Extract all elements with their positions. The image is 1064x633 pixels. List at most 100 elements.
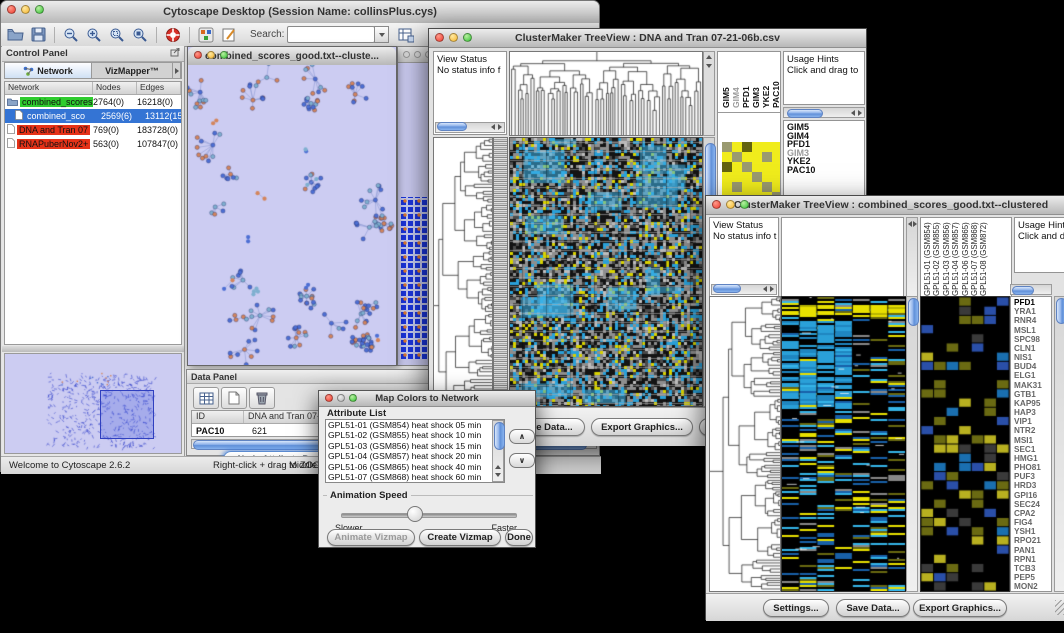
close-button[interactable] bbox=[194, 51, 202, 59]
delete-attribute-icon[interactable] bbox=[249, 387, 275, 409]
resize-grip[interactable] bbox=[1055, 600, 1064, 615]
network-list-row[interactable]: combined_sco2569(6)13112(15) bbox=[5, 109, 181, 123]
annotation-icon[interactable] bbox=[219, 26, 239, 44]
dropdown-arrow-icon[interactable] bbox=[374, 26, 389, 43]
matrix-cell[interactable] bbox=[762, 182, 772, 192]
attribute-select-icon[interactable] bbox=[193, 387, 219, 409]
gene-label[interactable]: PHO81 bbox=[1014, 463, 1051, 472]
overview-viewport-rect[interactable] bbox=[100, 390, 154, 439]
matrix-cell[interactable] bbox=[752, 162, 762, 172]
matrix-cell[interactable] bbox=[732, 152, 742, 162]
matrix-cell[interactable] bbox=[772, 152, 781, 162]
gene-label[interactable]: RNR4 bbox=[1014, 316, 1051, 325]
gene-label[interactable]: MSL1 bbox=[1014, 326, 1051, 335]
network-overview-panel[interactable] bbox=[4, 353, 182, 454]
gene-label[interactable]: GIM4 bbox=[787, 132, 864, 141]
gene-label[interactable]: YSH1 bbox=[1014, 527, 1051, 536]
done-button[interactable]: Done bbox=[505, 529, 533, 546]
tab-network[interactable]: Network bbox=[5, 63, 92, 78]
attribute-list-item[interactable]: GPL51-02 (GSM855) heat shock 10 min bbox=[326, 430, 504, 440]
zoom-fit-icon[interactable] bbox=[130, 26, 150, 44]
col-network[interactable]: Network bbox=[5, 82, 93, 94]
gene-label[interactable]: GIM5 bbox=[787, 123, 864, 132]
gene-label[interactable]: SEC24 bbox=[1014, 500, 1051, 509]
matrix-cell[interactable] bbox=[722, 182, 732, 192]
zoom-in-icon[interactable] bbox=[84, 26, 104, 44]
vizmapper-icon[interactable] bbox=[196, 26, 216, 44]
heatmap-global-view[interactable] bbox=[509, 137, 703, 407]
treeview2-titlebar[interactable]: ClusterMaker TreeView : combined_scores_… bbox=[706, 196, 1064, 215]
matrix-cell[interactable] bbox=[742, 172, 752, 182]
treeview1-titlebar[interactable]: ClusterMaker TreeView : DNA and Tran 07-… bbox=[429, 29, 866, 48]
export-graphics-button[interactable]: Export Graphics... bbox=[913, 599, 1007, 617]
matrix-cell[interactable] bbox=[762, 142, 772, 152]
export-graphics-button[interactable]: Export Graphics... bbox=[591, 418, 693, 436]
minimize-button[interactable] bbox=[726, 200, 735, 209]
network-canvas[interactable] bbox=[188, 65, 396, 365]
matrix-cell[interactable] bbox=[722, 152, 732, 162]
attribute-list-item[interactable]: GPL51-06 (GSM865) heat shock 40 min bbox=[326, 462, 504, 472]
gene-label[interactable]: CLN1 bbox=[1014, 344, 1051, 353]
attribute-list[interactable]: GPL51-01 (GSM854) heat shock 05 minGPL51… bbox=[325, 419, 505, 483]
matrix-cell[interactable] bbox=[772, 142, 781, 152]
attribute-list-item[interactable]: GPL51-03 (GSM856) heat shock 15 min bbox=[326, 441, 504, 451]
splitter-handle[interactable] bbox=[2, 346, 184, 352]
matrix-cell[interactable] bbox=[742, 162, 752, 172]
zoom-selected-icon[interactable] bbox=[107, 26, 127, 44]
network-list-row[interactable]: DNA and Tran 07769(0)183728(0) bbox=[5, 123, 181, 137]
attribute-list-item[interactable]: GPL51-01 (GSM854) heat shock 05 min bbox=[326, 420, 504, 430]
matrix-cell[interactable] bbox=[772, 162, 781, 172]
correlation-matrix[interactable] bbox=[722, 142, 781, 202]
minimize-button[interactable] bbox=[414, 51, 421, 58]
help-icon[interactable] bbox=[163, 26, 183, 44]
gene-label[interactable]: CPA2 bbox=[1014, 509, 1051, 518]
close-button[interactable] bbox=[712, 200, 721, 209]
gene-name-list[interactable]: PFD1YRA1RNR4MSL1SPC98CLN1NIS1BUD4ELG1MAK… bbox=[1010, 296, 1052, 592]
attribute-browser-icon[interactable] bbox=[396, 26, 416, 44]
col-edges[interactable]: Edges bbox=[137, 82, 181, 94]
zoom-button[interactable] bbox=[35, 5, 44, 14]
gene-label[interactable]: PEP5 bbox=[1014, 573, 1051, 582]
zoom-out-icon[interactable] bbox=[61, 26, 81, 44]
gene-dendrogram[interactable] bbox=[433, 137, 493, 407]
new-attribute-icon[interactable] bbox=[221, 387, 247, 409]
gene-label[interactable]: YRA1 bbox=[1014, 307, 1051, 316]
create-vizmap-button[interactable]: Create Vizmap bbox=[419, 529, 501, 546]
move-up-button[interactable]: ∧ bbox=[509, 429, 535, 444]
close-button[interactable] bbox=[403, 51, 410, 58]
matrix-cell[interactable] bbox=[752, 172, 762, 182]
gene-label[interactable]: BUD4 bbox=[1014, 362, 1051, 371]
matrix-cell[interactable] bbox=[742, 182, 752, 192]
gene-label[interactable]: MSI1 bbox=[1014, 436, 1051, 445]
dialog-titlebar[interactable]: Map Colors to Network bbox=[319, 391, 535, 407]
matrix-cell[interactable] bbox=[722, 162, 732, 172]
gene-label[interactable]: MAK31 bbox=[1014, 381, 1051, 390]
matrix-cell[interactable] bbox=[772, 172, 781, 182]
close-button[interactable] bbox=[325, 394, 333, 402]
network-list-row[interactable]: RNAPuberNov2+563(0)107847(0) bbox=[5, 137, 181, 151]
gene-label[interactable]: PFD1 bbox=[787, 140, 864, 149]
matrix-cell[interactable] bbox=[742, 142, 752, 152]
settings-button[interactable]: Settings... bbox=[763, 599, 829, 617]
minimize-button[interactable] bbox=[207, 51, 215, 59]
gene-label[interactable]: GIM3 bbox=[787, 149, 864, 158]
col-nodes[interactable]: Nodes bbox=[93, 82, 137, 94]
gene-label[interactable]: FIG4 bbox=[1014, 518, 1051, 527]
matrix-cell[interactable] bbox=[722, 142, 732, 152]
network-view-titlebar[interactable]: combined_scores_good.txt--cluste... bbox=[188, 47, 396, 66]
gene-label[interactable]: PAN1 bbox=[1014, 546, 1051, 555]
matrix-cell[interactable] bbox=[742, 152, 752, 162]
matrix-cell[interactable] bbox=[752, 182, 762, 192]
matrix-cell[interactable] bbox=[722, 172, 732, 182]
gene-label[interactable]: PFD1 bbox=[1014, 298, 1051, 307]
gene-label[interactable]: PUF3 bbox=[1014, 472, 1051, 481]
float-panel-icon[interactable] bbox=[170, 48, 180, 60]
gene-label[interactable]: MON2 bbox=[1014, 582, 1051, 591]
save-session-button[interactable] bbox=[28, 26, 48, 44]
animate-vizmap-button[interactable]: Animate Vizmap bbox=[327, 529, 415, 546]
matrix-cell[interactable] bbox=[762, 172, 772, 182]
gene-label[interactable]: YKE2 bbox=[787, 157, 864, 166]
matrix-cell[interactable] bbox=[752, 152, 762, 162]
gene-label[interactable]: PAC10 bbox=[787, 166, 864, 175]
matrix-cell[interactable] bbox=[772, 182, 781, 192]
